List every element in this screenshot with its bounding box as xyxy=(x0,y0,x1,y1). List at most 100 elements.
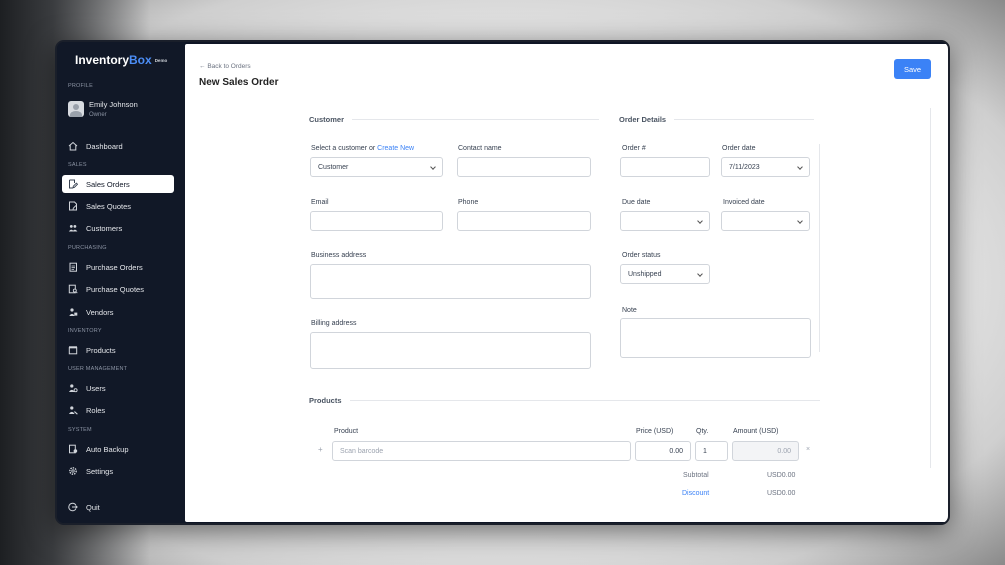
sidebar-item-purchase-quotes[interactable]: Purchase Quotes xyxy=(62,280,174,298)
sidebar-item-label: Quit xyxy=(86,502,100,512)
clipboard-icon xyxy=(68,262,78,272)
order-date-picker[interactable]: 7/11/2023 xyxy=(721,157,810,177)
contact-name-label: Contact name xyxy=(458,145,502,152)
order-status-label: Order status xyxy=(622,252,661,259)
user-name: Emily Johnson xyxy=(89,100,138,109)
remove-row-icon[interactable]: × xyxy=(806,446,810,453)
section-purchasing: PURCHASING xyxy=(68,245,107,251)
logout-icon xyxy=(68,502,78,512)
note-label: Note xyxy=(622,307,637,314)
qty-field[interactable]: 1 xyxy=(695,441,728,461)
sidebar-item-roles[interactable]: Roles xyxy=(62,401,174,419)
phone-field[interactable] xyxy=(457,211,591,231)
sidebar-item-label: Users xyxy=(86,383,106,393)
section-sales: SALES xyxy=(68,162,87,168)
section-inventory: INVENTORY xyxy=(68,328,102,334)
add-row-icon[interactable]: + xyxy=(318,445,323,454)
business-address-label: Business address xyxy=(311,252,367,259)
sidebar-item-label: Purchase Orders xyxy=(86,262,143,272)
save-button[interactable]: Save xyxy=(894,59,931,79)
create-new-link[interactable]: Create New xyxy=(377,145,414,152)
product-barcode-input[interactable]: Scan barcode xyxy=(332,441,631,461)
main-content: ← Back to Orders New Sales Order Save Cu… xyxy=(185,44,948,522)
order-details-section-header: Order Details xyxy=(619,115,815,124)
sidebar-item-vendors[interactable]: Vendors xyxy=(62,303,174,321)
back-link-label: Back to Orders xyxy=(207,63,251,70)
barcode-placeholder: Scan barcode xyxy=(340,447,384,455)
discount-link[interactable]: Discount xyxy=(682,490,709,497)
inner-scrollbar[interactable] xyxy=(819,144,820,352)
user-role: Owner xyxy=(89,112,107,118)
sidebar-item-users[interactable]: Users xyxy=(62,379,174,397)
home-icon xyxy=(68,141,78,151)
due-date-picker[interactable] xyxy=(620,211,710,231)
sidebar-item-quit[interactable]: Quit xyxy=(62,498,174,516)
sidebar-item-sales-orders[interactable]: Sales Orders xyxy=(62,175,174,193)
email-field[interactable] xyxy=(310,211,443,231)
order-date-label: Order date xyxy=(722,145,756,152)
divider xyxy=(674,119,815,120)
customer-section-header: Customer xyxy=(309,115,600,124)
order-number-label: Order # xyxy=(622,145,646,152)
col-product-header: Product xyxy=(334,428,359,435)
customer-select[interactable]: Customer xyxy=(310,157,443,177)
phone-label: Phone xyxy=(458,199,479,206)
sidebar-item-label: Sales Orders xyxy=(86,179,130,189)
sidebar-item-auto-backup[interactable]: Auto Backup xyxy=(62,440,174,458)
subtotal-label: Subtotal xyxy=(683,472,709,479)
scrollbar[interactable] xyxy=(930,108,931,468)
subtotal-value: USD0.00 xyxy=(767,472,796,479)
sidebar-item-label: Settings xyxy=(86,466,114,476)
col-price-header: Price (USD) xyxy=(636,428,674,435)
edit-document-icon xyxy=(68,179,78,189)
page-title: New Sales Order xyxy=(199,77,279,88)
customer-section-title: Customer xyxy=(309,115,345,124)
avatar xyxy=(68,101,84,117)
logo-text-box: Box xyxy=(129,53,152,67)
sidebar-item-sales-quotes[interactable]: Sales Quotes xyxy=(62,197,174,215)
due-date-label: Due date xyxy=(622,199,651,206)
col-qty-header: Qty. xyxy=(696,428,709,435)
invoiced-date-label: Invoiced date xyxy=(723,199,765,206)
user-profile[interactable]: Emily Johnson Owner xyxy=(68,100,138,118)
sidebar: InventoryBox Demo PROFILE Emily Johnson O… xyxy=(57,42,185,523)
invoiced-date-picker[interactable] xyxy=(721,211,810,231)
order-details-section-title: Order Details xyxy=(619,115,667,124)
sidebar-item-dashboard[interactable]: Dashboard xyxy=(62,137,174,155)
app-logo: InventoryBox Demo xyxy=(75,53,167,67)
sidebar-item-customers[interactable]: Customers xyxy=(62,219,174,237)
sidebar-item-products[interactable]: Products xyxy=(62,341,174,359)
divider xyxy=(352,119,600,120)
search-document-icon xyxy=(68,284,78,294)
products-section-header: Products xyxy=(309,396,820,405)
sidebar-item-label: Customers xyxy=(86,223,123,233)
order-status-select[interactable]: Unshipped xyxy=(620,264,710,284)
price-field[interactable]: 0.00 xyxy=(635,441,691,461)
section-user-management: USER MANAGEMENT xyxy=(68,366,128,372)
gear-icon xyxy=(68,466,78,476)
contact-name-field[interactable] xyxy=(457,157,591,177)
amount-field: 0.00 xyxy=(732,441,799,461)
business-address-field[interactable] xyxy=(310,264,591,299)
backup-icon xyxy=(68,444,78,454)
app-window: InventoryBox Demo PROFILE Emily Johnson O… xyxy=(55,40,950,525)
select-customer-label: Select a customer or Create New xyxy=(311,145,414,152)
section-profile: PROFILE xyxy=(68,83,93,89)
discount-value: USD0.00 xyxy=(767,490,796,497)
logo-text-inventory: Inventory xyxy=(75,53,130,67)
sidebar-item-label: Auto Backup xyxy=(86,444,129,454)
sidebar-item-settings[interactable]: Settings xyxy=(62,462,174,480)
user-key-icon xyxy=(68,405,78,415)
sidebar-item-label: Sales Quotes xyxy=(86,201,132,211)
note-field[interactable] xyxy=(620,318,811,358)
demo-badge: Demo xyxy=(154,58,168,64)
back-to-orders-link[interactable]: ← Back to Orders xyxy=(199,63,251,70)
sidebar-item-purchase-orders[interactable]: Purchase Orders xyxy=(62,258,174,276)
divider xyxy=(349,400,820,401)
sidebar-item-label: Dashboard xyxy=(86,141,123,151)
sidebar-item-label: Vendors xyxy=(86,307,114,317)
sidebar-item-label: Purchase Quotes xyxy=(86,284,144,294)
order-number-field[interactable] xyxy=(620,157,710,177)
billing-address-field[interactable] xyxy=(310,332,591,369)
section-system: SYSTEM xyxy=(68,427,92,433)
